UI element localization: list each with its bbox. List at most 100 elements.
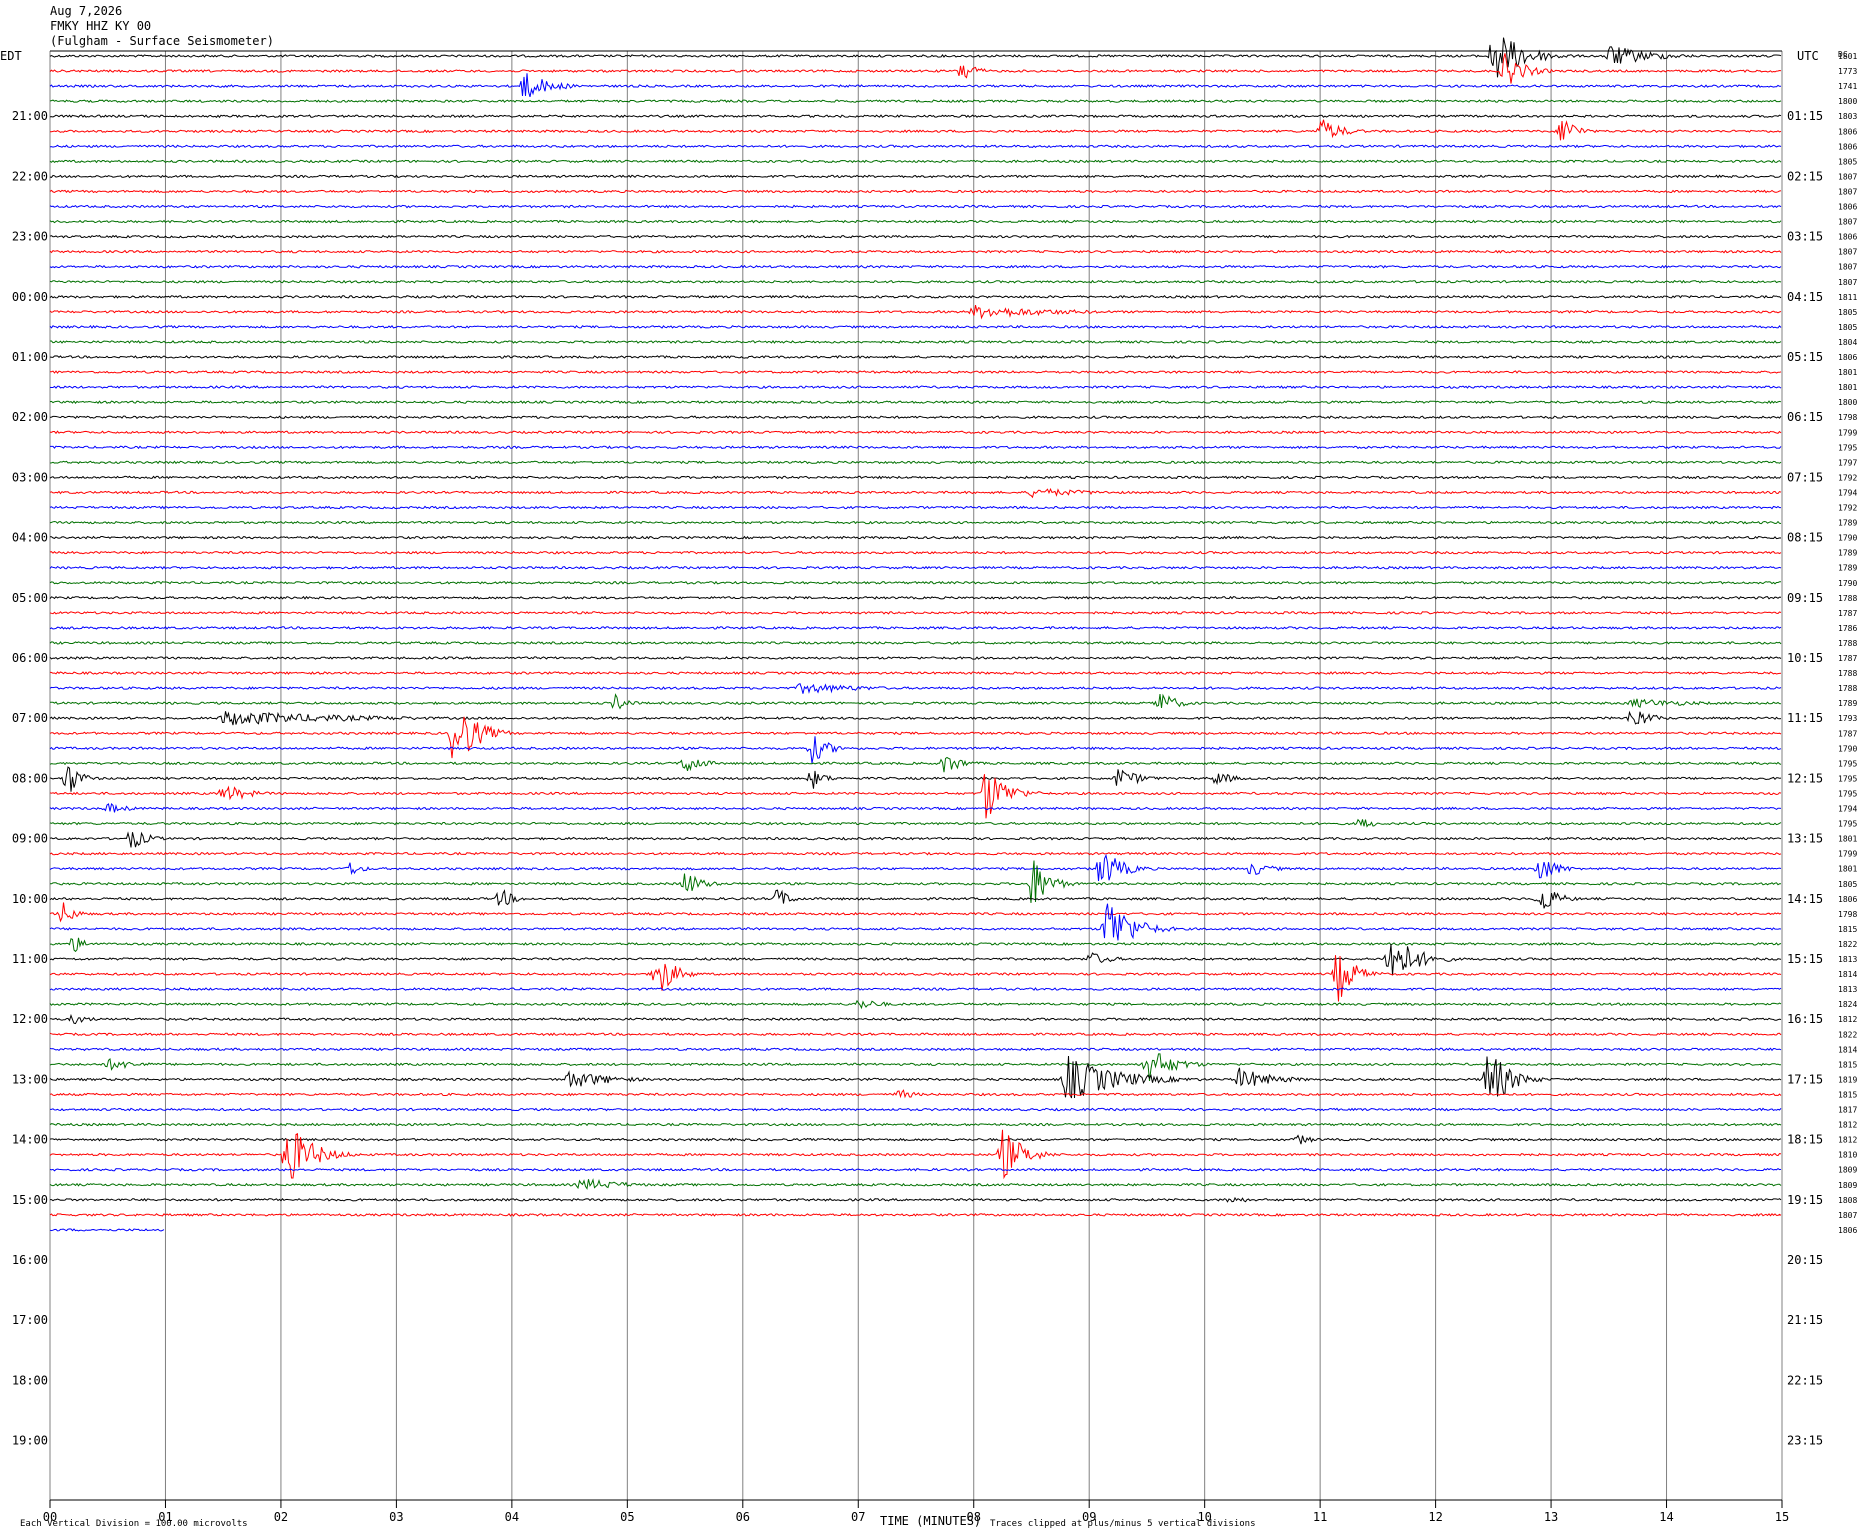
dc-offset-label: 1805 <box>1838 308 1857 317</box>
trace-line-15 <box>49 279 1782 284</box>
edt-hour-label: 06:00 <box>12 651 48 665</box>
trace-line-36 <box>49 595 1782 600</box>
utc-hour-label: 11:15 <box>1787 711 1823 725</box>
dc-offset-label: 1807 <box>1838 263 1857 272</box>
trace-line-40 <box>49 656 1782 660</box>
dc-offset-label: 1801 <box>1838 368 1857 377</box>
trace-line-21 <box>50 370 1782 374</box>
trace-line-13 <box>49 249 1782 254</box>
trace-line-48 <box>49 766 1782 792</box>
trace-line-53 <box>49 851 1782 856</box>
utc-hour-label: 14:15 <box>1787 892 1823 906</box>
dc-offset-label: 1822 <box>1838 1030 1857 1039</box>
dc-offset-label: 1788 <box>1838 669 1857 678</box>
trace-line-58 <box>49 903 1782 941</box>
edt-hour-label: 08:00 <box>12 771 48 785</box>
utc-hour-label: 12:15 <box>1787 771 1823 785</box>
trace-line-31 <box>49 520 1782 525</box>
dc-offset-label: 1812 <box>1838 1015 1857 1024</box>
dc-offset-label: 1795 <box>1838 759 1857 768</box>
trace-line-11 <box>49 219 1782 224</box>
dc-offset-label: 1797 <box>1838 458 1857 467</box>
x-tick-label: 03 <box>389 1510 403 1524</box>
dc-offset-label: 1789 <box>1838 564 1857 573</box>
dc-offset-label: 1811 <box>1838 293 1857 302</box>
trace-line-65 <box>49 1032 1782 1037</box>
dc-offset-label: 1792 <box>1838 504 1857 513</box>
trace-line-26 <box>50 445 1782 450</box>
utc-hour-label: 01:15 <box>1787 109 1823 123</box>
edt-hour-label: 03:00 <box>12 470 48 484</box>
utc-hour-label: 15:15 <box>1787 952 1823 966</box>
x-tick-label: 14 <box>1659 1510 1673 1524</box>
utc-hour-label: 03:15 <box>1787 230 1823 244</box>
trace-line-51 <box>49 818 1782 828</box>
dc-offset-label: 1807 <box>1838 218 1857 227</box>
edt-hour-label: 09:00 <box>12 832 48 846</box>
x-tick-label: 06 <box>736 1510 750 1524</box>
helicorder-plot: 00 01 02 03 04 05 06 07 08 09 10 11 12 13 14 1521:0022:… <box>0 37 1857 1529</box>
dc-offset-label: 1807 <box>1838 248 1857 257</box>
dc-offset-label: 1799 <box>1838 428 1857 437</box>
dc-offset-label: 1801 <box>1838 835 1857 844</box>
edt-hour-label: 00:00 <box>12 290 48 304</box>
trace-line-42 <box>49 683 1782 694</box>
dc-offset-label: 1812 <box>1838 1136 1857 1145</box>
trace-line-22 <box>49 385 1782 389</box>
dc-offset-label: 1798 <box>1838 413 1857 422</box>
edt-hour-label: 14:00 <box>12 1133 48 1147</box>
utc-hour-label: 18:15 <box>1787 1133 1823 1147</box>
dc-offset-label: 1819 <box>1838 1075 1857 1084</box>
trace-line-19 <box>50 340 1782 344</box>
dc-offset-label: 1806 <box>1838 1226 1857 1235</box>
trace-line-64 <box>49 1013 1782 1025</box>
utc-hour-label: 17:15 <box>1787 1072 1823 1086</box>
edt-hour-label: 21:00 <box>12 109 48 123</box>
trace-line-10 <box>49 204 1782 209</box>
dc-offset-label: 1807 <box>1838 278 1857 287</box>
dc-offset-label: 1788 <box>1838 684 1857 693</box>
trace-line-62 <box>49 987 1782 992</box>
trace-line-23 <box>49 400 1782 405</box>
trace-line-67 <box>49 1053 1781 1081</box>
x-tick-label: 13 <box>1544 1510 1558 1524</box>
utc-hour-label: 04:15 <box>1787 290 1823 304</box>
dc-offset-label: 1798 <box>1838 910 1857 919</box>
trace-line-78 <box>49 1228 165 1232</box>
utc-hour-label: 23:15 <box>1787 1434 1823 1448</box>
edt-hour-label: 16:00 <box>12 1253 48 1267</box>
trace-line-68 <box>49 1055 1782 1099</box>
trace-line-6 <box>49 144 1782 149</box>
dc-offset-label: 1793 <box>1838 714 1857 723</box>
dc-offset-label: 1812 <box>1838 1121 1857 1130</box>
trace-line-49 <box>49 774 1782 819</box>
dc-offset-label: 1790 <box>1838 534 1857 543</box>
trace-line-63 <box>49 999 1782 1010</box>
trace-line-52 <box>49 831 1782 848</box>
x-tick-label: 05 <box>620 1510 634 1524</box>
dc-offset-label: 1789 <box>1838 519 1857 528</box>
utc-hour-label: 13:15 <box>1787 832 1823 846</box>
trace-line-25 <box>49 430 1782 435</box>
right-zone-label: UTC <box>1797 49 1819 63</box>
dc-offset-label: 1814 <box>1838 970 1857 979</box>
dc-offset-label: 1805 <box>1838 880 1857 889</box>
utc-hour-label: 10:15 <box>1787 651 1823 665</box>
utc-hour-label: 06:15 <box>1787 410 1823 424</box>
x-tick-label: 15 <box>1775 1510 1789 1524</box>
edt-hour-label: 02:00 <box>12 410 48 424</box>
dc-offset-label: 1806 <box>1838 142 1857 151</box>
edt-hour-label: 10:00 <box>12 892 48 906</box>
trace-line-38 <box>49 625 1782 630</box>
trace-line-59 <box>50 937 1782 953</box>
utc-hour-label: 20:15 <box>1787 1253 1823 1267</box>
trace-line-29 <box>49 487 1782 499</box>
dc-offset-label: 1815 <box>1838 925 1857 934</box>
dc-offset-label: 1788 <box>1838 594 1857 603</box>
trace-line-45 <box>49 716 1782 759</box>
dc-offset-label: 1807 <box>1838 187 1857 196</box>
dc-offset-label: 1787 <box>1838 654 1857 663</box>
trace-line-8 <box>49 174 1782 179</box>
dc-offset-label: 1800 <box>1838 97 1857 106</box>
trace-line-75 <box>49 1178 1782 1190</box>
